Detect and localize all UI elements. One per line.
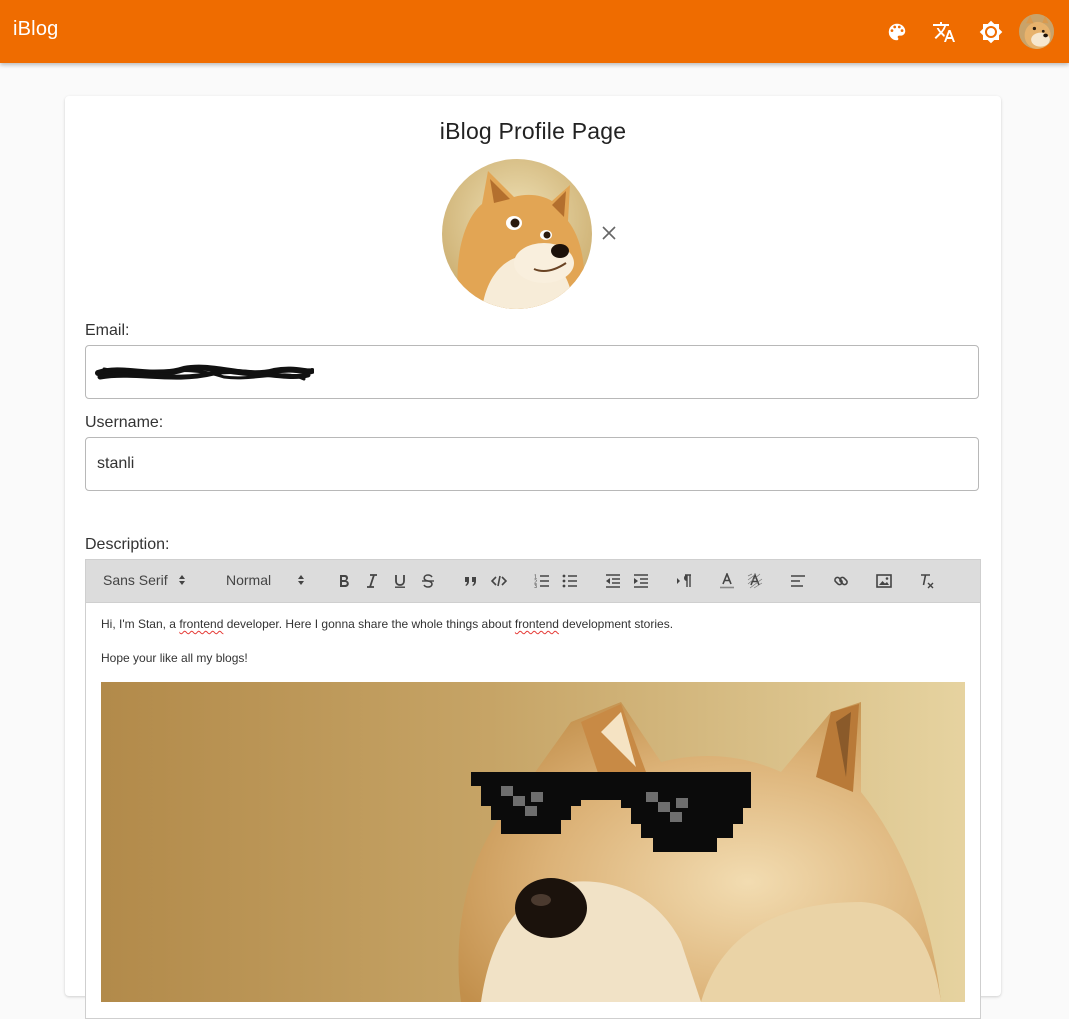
close-icon <box>602 226 616 240</box>
brand-title[interactable]: iBlog <box>13 18 58 41</box>
italic-icon[interactable] <box>363 572 381 590</box>
blockquote-icon[interactable] <box>462 572 480 590</box>
page-title: iBlog Profile Page <box>439 118 627 144</box>
text-color-icon[interactable] <box>718 572 736 590</box>
email-label: Email: <box>85 322 130 339</box>
app-bar: iBlog <box>0 0 1069 63</box>
indent-icon[interactable] <box>632 572 650 590</box>
image-icon[interactable] <box>875 572 893 590</box>
email-field[interactable] <box>85 345 979 399</box>
font-family-select[interactable]: Sans Serif <box>103 572 186 588</box>
remove-avatar-button[interactable] <box>598 222 620 244</box>
doge-sunglasses-image <box>101 682 965 1002</box>
strike-icon[interactable] <box>419 572 437 590</box>
profile-card: iBlog Profile Page Email: Username: stan… <box>65 96 1001 1019</box>
editor-toolbar: Sans Serif Normal 1 2 3 <box>86 560 980 603</box>
code-icon[interactable] <box>490 572 508 590</box>
username-label: Username: <box>85 414 164 431</box>
description-paragraph: Hi, I'm Stan, a frontend developer. Here… <box>101 617 674 631</box>
select-arrows-icon <box>298 575 305 585</box>
font-size-select[interactable]: Normal <box>226 572 305 588</box>
align-icon[interactable] <box>789 572 807 590</box>
bullet-list-icon[interactable] <box>561 572 579 590</box>
description-editor: Sans Serif Normal 1 2 3 Hi, I'm Stan, a … <box>85 559 981 1019</box>
select-arrows-icon <box>178 575 185 585</box>
profile-avatar[interactable] <box>442 159 592 309</box>
ordered-list-icon[interactable]: 123 <box>533 572 551 590</box>
app-bar-actions <box>868 13 1054 50</box>
username-input[interactable] <box>86 438 978 490</box>
link-icon[interactable] <box>832 572 850 590</box>
username-field[interactable] <box>85 437 979 491</box>
clear-format-icon[interactable] <box>918 572 936 590</box>
underline-icon[interactable] <box>391 572 409 590</box>
description-label: Description: <box>85 536 170 553</box>
bold-icon[interactable] <box>335 572 353 590</box>
rtl-icon[interactable] <box>675 572 693 590</box>
svg-text:3: 3 <box>534 584 537 588</box>
outdent-icon[interactable] <box>604 572 622 590</box>
user-avatar[interactable] <box>1019 14 1054 49</box>
brightness-icon[interactable] <box>973 14 1009 50</box>
redaction-scribble <box>95 364 314 381</box>
description-paragraph: Hope your like all my blogs! <box>101 651 248 665</box>
translate-icon[interactable] <box>926 14 962 50</box>
palette-icon[interactable] <box>879 14 915 50</box>
background-color-icon[interactable] <box>746 572 764 590</box>
